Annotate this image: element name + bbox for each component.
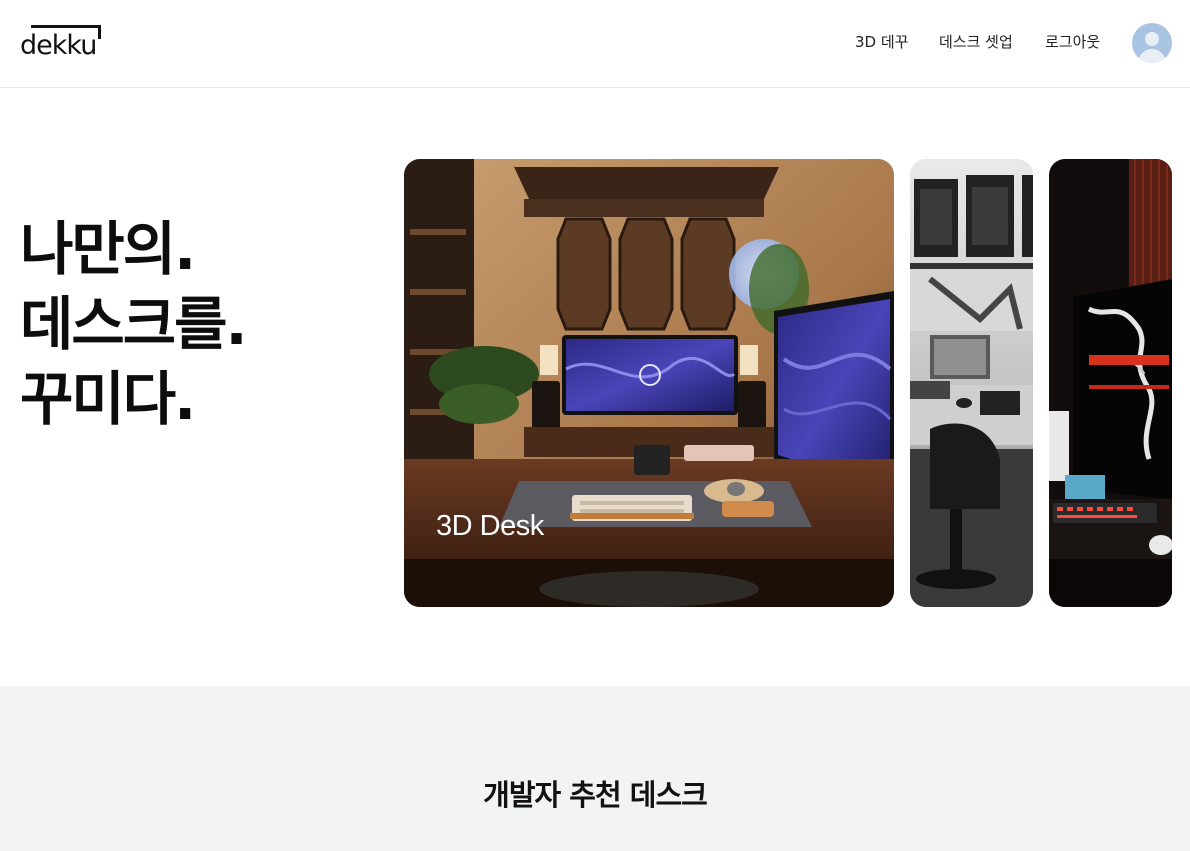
recommended-desk-section: 개발자 추천 데스크 [0, 686, 1190, 851]
user-avatar-icon[interactable] [1132, 23, 1172, 63]
nav-3d-decor[interactable]: 3D 데꾸 [855, 32, 908, 52]
site-header: dekku 3D 데꾸 데스크 셋업 로그아웃 [0, 0, 1190, 88]
hero-title-line-1: 나만의. [20, 215, 196, 283]
nav-logout[interactable]: 로그아웃 [1045, 32, 1100, 52]
avatar-body [1138, 49, 1166, 63]
card-3d-desk-label: 3D Desk [436, 510, 544, 542]
section-title: 개발자 추천 데스크 [483, 778, 708, 812]
dekku-logo[interactable]: dekku [20, 25, 102, 61]
logo-text: dekku [20, 30, 97, 61]
hero-title-line-2: 데스크를. [20, 290, 247, 358]
hero-title-line-3: 꾸미다. [20, 365, 196, 433]
logo-bar [31, 25, 101, 28]
dark-red-desk-image [1049, 159, 1172, 607]
monochrome-desk-image [910, 159, 1033, 607]
card-desk-setup-3[interactable] [1049, 159, 1172, 607]
nav-desk-setup[interactable]: 데스크 셋업 [939, 32, 1013, 52]
card-desk-setup-2[interactable] [910, 159, 1033, 607]
logo-bar-edge [98, 25, 101, 39]
avatar-head [1145, 32, 1159, 46]
hero-title: 나만의. 데스크를. 꾸미다. [20, 212, 247, 437]
card-3d-desk[interactable]: 3D Desk [404, 159, 894, 607]
